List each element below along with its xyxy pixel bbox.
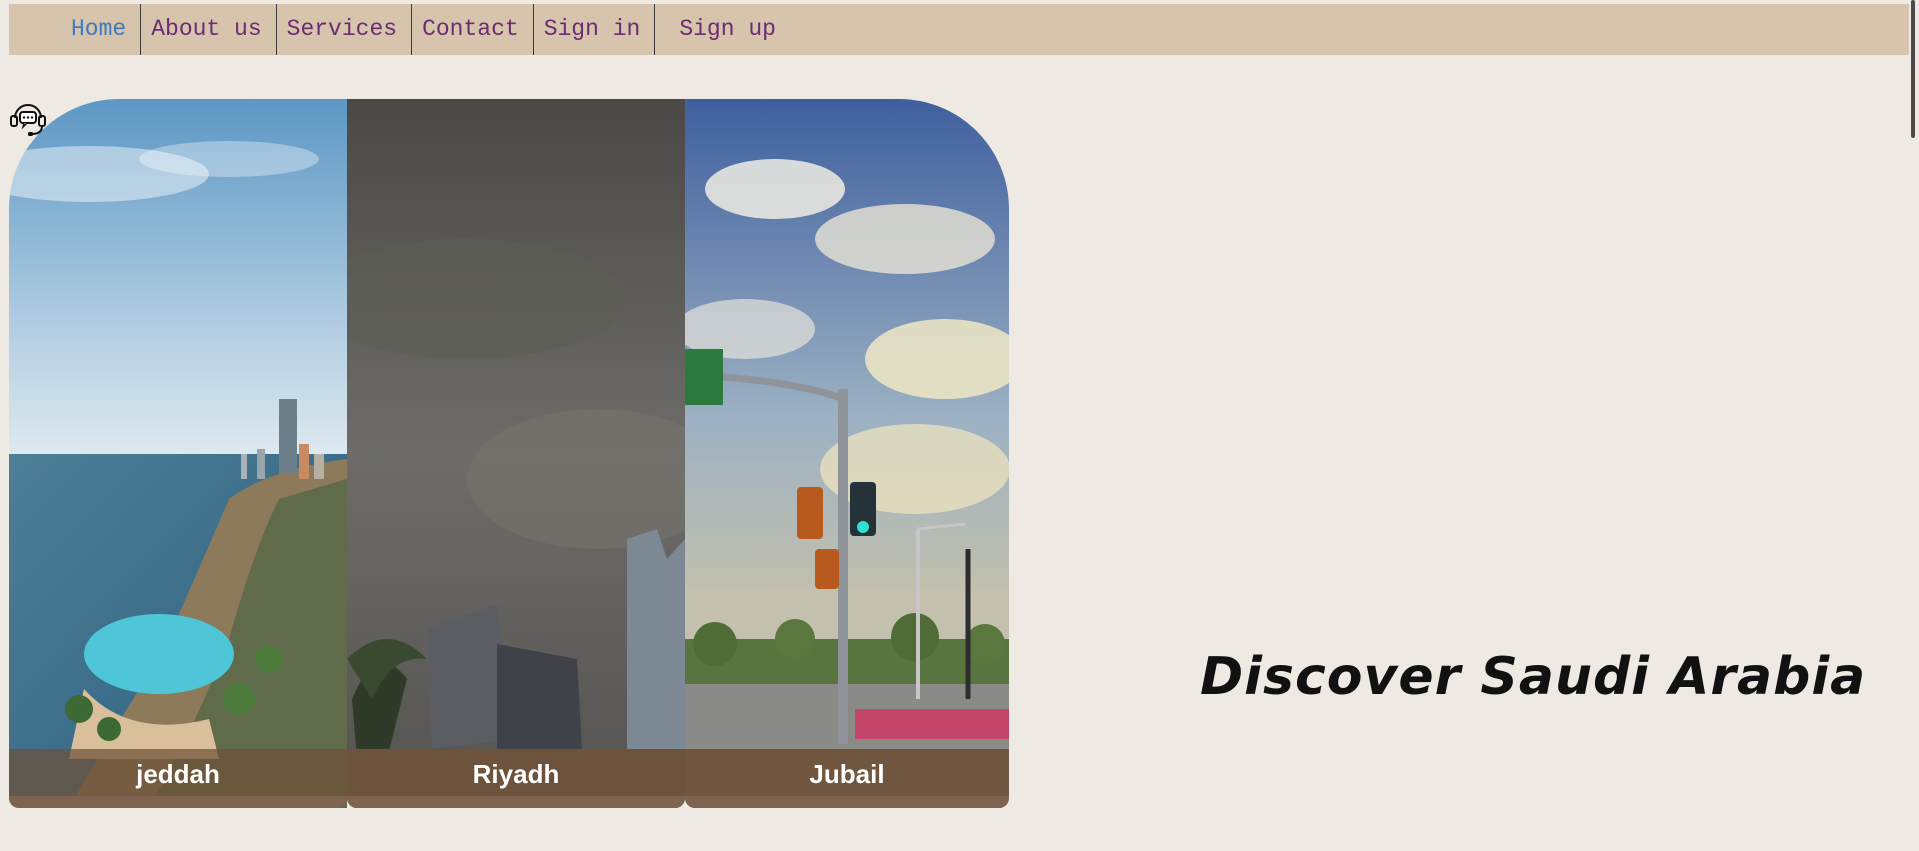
nav-signin-link[interactable]: Sign in xyxy=(534,4,656,55)
page-headline: Discover Saudi Arabia xyxy=(1200,646,1867,707)
city-card-jeddah[interactable]: jeddah xyxy=(9,99,347,808)
city-card-riyadh[interactable]: Riyadh xyxy=(347,99,685,808)
city-caption-riyadh: Riyadh xyxy=(347,749,685,796)
card-footer-bar xyxy=(9,796,347,808)
nav-contact-link[interactable]: Contact xyxy=(412,4,534,55)
nav-about-link[interactable]: About us xyxy=(141,4,277,55)
city-caption-jeddah: jeddah xyxy=(9,749,347,796)
city-card-jubail[interactable]: Jubail xyxy=(685,99,1009,808)
card-footer-bar xyxy=(347,796,685,808)
page-scrollbar[interactable] xyxy=(1911,0,1915,138)
headset-chat-icon[interactable] xyxy=(8,99,48,139)
nav-signup-link[interactable]: Sign up xyxy=(655,4,790,55)
city-caption-jubail: Jubail xyxy=(685,749,1009,796)
jeddah-photo xyxy=(9,99,347,808)
jubail-photo xyxy=(685,99,1009,808)
city-gallery: jeddah Riyadh Jubail xyxy=(9,99,1009,808)
riyadh-photo xyxy=(347,99,685,808)
nav-services-link[interactable]: Services xyxy=(277,4,413,55)
card-footer-bar xyxy=(685,796,1009,808)
top-navigation: Home About us Services Contact Sign in S… xyxy=(9,4,1909,55)
nav-home-link[interactable]: Home xyxy=(61,4,142,55)
